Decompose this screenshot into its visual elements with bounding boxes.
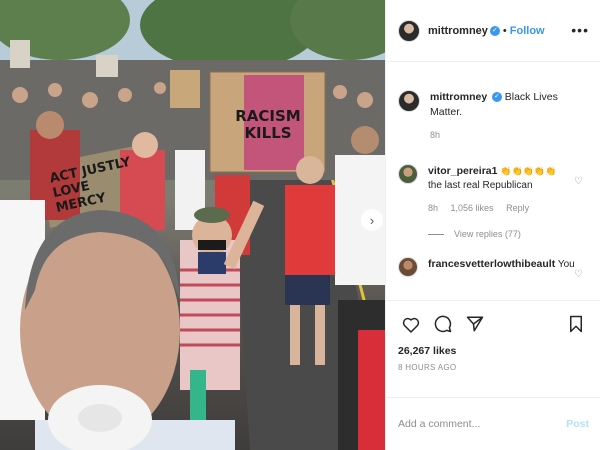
- protest-photo-illustration: [0, 0, 385, 450]
- post-photo[interactable]: RACISM KILLS ACT JUSTLY LOVE MERCY ›: [0, 0, 385, 450]
- comment-input[interactable]: [398, 418, 567, 430]
- post-comment-button[interactable]: Post: [566, 418, 589, 430]
- comment-username[interactable]: vitor_pereira1: [428, 165, 497, 177]
- comment-emoji: 👏👏👏👏👏: [500, 166, 557, 176]
- verified-badge-icon: ✓: [489, 25, 500, 36]
- post-actions: 26,267 likes 8 HOURS AGO: [386, 300, 600, 386]
- comment-age: 8h: [428, 203, 439, 213]
- caption: mittromney ✓ Black Lives Matter. 8h: [398, 90, 589, 142]
- view-replies-label: View replies (77): [454, 229, 521, 239]
- post-header: mittromney ✓ • Follow •••: [386, 0, 600, 62]
- action-icons: [398, 311, 589, 337]
- comment-body: vitor_pereira1 👏👏👏👏👏 the last real Repub…: [428, 164, 556, 215]
- comment-item: francesvetterlowthibeault You ♡: [398, 257, 589, 280]
- replies-divider: [428, 233, 444, 235]
- caption-avatar[interactable]: [398, 90, 420, 112]
- comment-likes[interactable]: 1,056 likes: [451, 203, 494, 213]
- post-side-panel: mittromney ✓ • Follow ••• mittromney ✓ B…: [385, 0, 600, 450]
- carousel-next-button[interactable]: ›: [361, 209, 383, 231]
- comment-like-heart-icon[interactable]: ♡: [574, 269, 583, 280]
- comment-like-heart-icon[interactable]: ♡: [574, 176, 583, 187]
- bookmark-icon[interactable]: [563, 312, 589, 336]
- comment-username[interactable]: francesvetterlowthibeault: [428, 258, 555, 270]
- caption-meta: 8h: [430, 128, 589, 142]
- heart-icon[interactable]: [398, 312, 424, 336]
- comment-text: the last real Republican: [428, 180, 533, 191]
- add-comment-bar: Post: [386, 397, 600, 450]
- author-avatar[interactable]: [398, 19, 420, 42]
- comment-meta: 8h 1,056 likes Reply: [428, 201, 556, 215]
- comment-item: vitor_pereira1 👏👏👏👏👏 the last real Repub…: [398, 164, 589, 215]
- more-horizontal-icon[interactable]: •••: [571, 22, 589, 38]
- author-username[interactable]: mittromney: [428, 25, 488, 37]
- comments-section[interactable]: mittromney ✓ Black Lives Matter. 8h vito…: [386, 62, 600, 296]
- caption-body: mittromney ✓ Black Lives Matter. 8h: [430, 90, 589, 142]
- chevron-right-icon: ›: [369, 212, 375, 228]
- caption-username[interactable]: mittromney: [430, 91, 487, 103]
- follow-button[interactable]: Follow: [510, 25, 545, 37]
- commenter-avatar[interactable]: [398, 257, 418, 277]
- view-replies-button[interactable]: View replies (77): [428, 229, 589, 239]
- comment-text: You: [557, 259, 575, 270]
- like-count[interactable]: 26,267 likes: [398, 345, 589, 357]
- comment-body: francesvetterlowthibeault You: [428, 257, 575, 272]
- caption-age: 8h: [430, 130, 441, 140]
- verified-badge-icon: ✓: [491, 92, 502, 103]
- comment-icon[interactable]: [430, 312, 456, 336]
- send-icon[interactable]: [462, 312, 488, 336]
- header-separator: •: [502, 24, 507, 37]
- instagram-post: RACISM KILLS ACT JUSTLY LOVE MERCY › mit…: [0, 0, 600, 450]
- commenter-avatar[interactable]: [398, 164, 418, 184]
- reply-button[interactable]: Reply: [506, 203, 529, 213]
- post-timestamp: 8 HOURS AGO: [398, 363, 457, 372]
